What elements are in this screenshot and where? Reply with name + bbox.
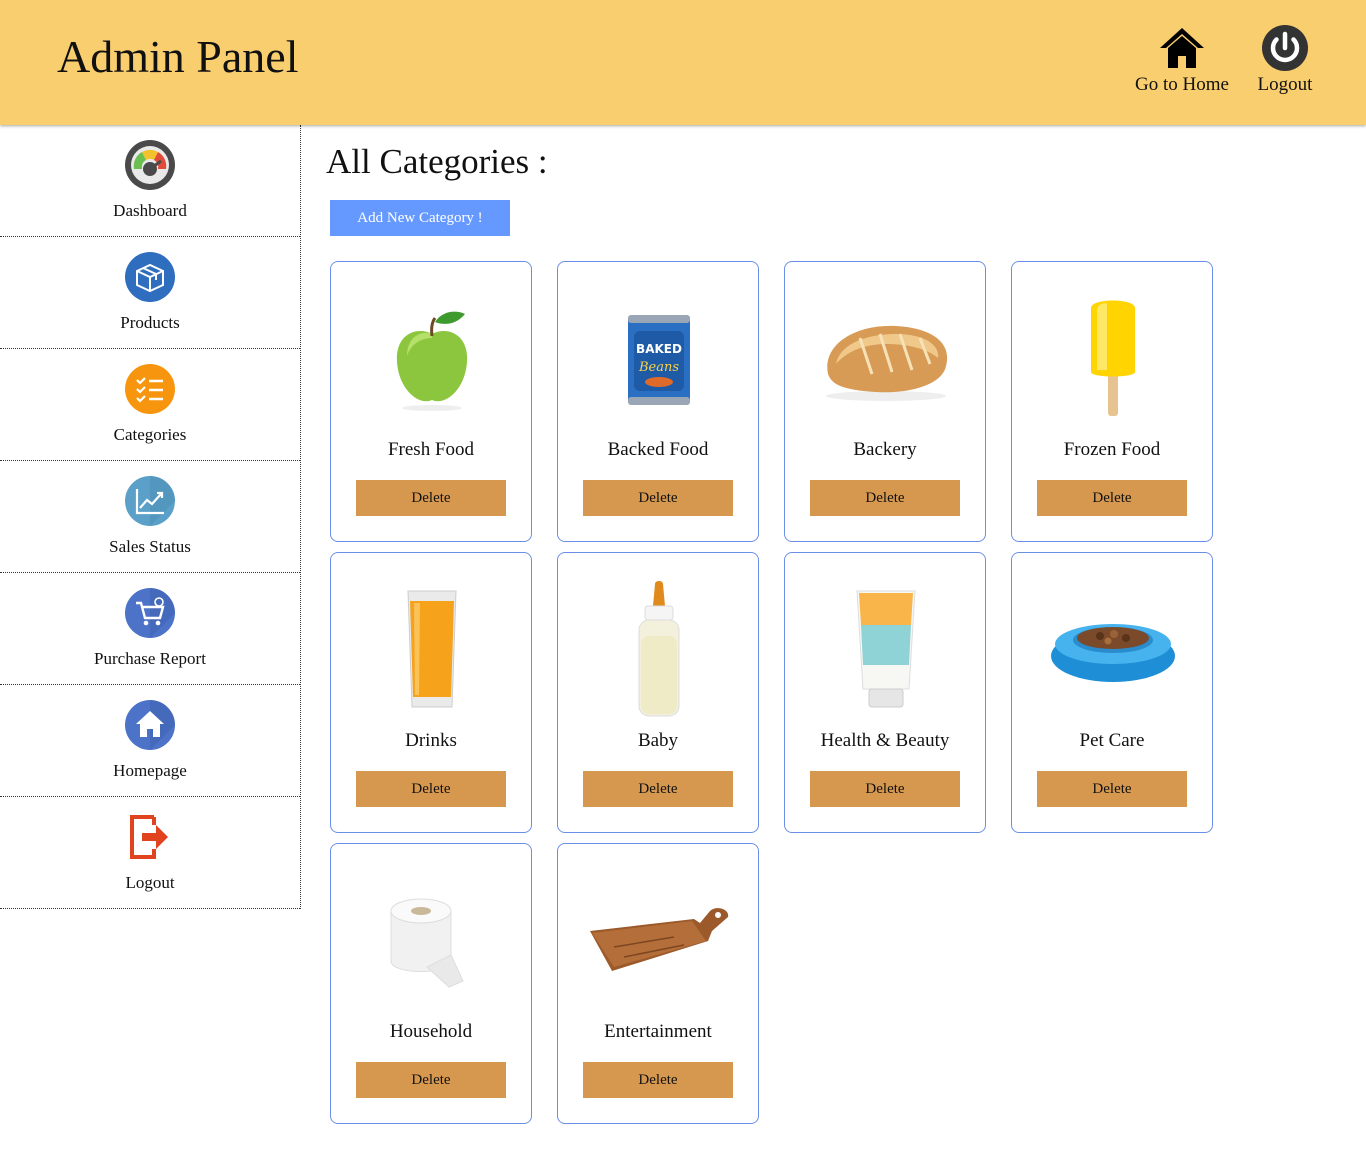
orange-juice-glass-image bbox=[357, 575, 507, 725]
category-name: Drinks bbox=[405, 730, 457, 751]
category-name: Frozen Food bbox=[1063, 439, 1161, 460]
delete-button[interactable]: Delete bbox=[356, 1062, 506, 1098]
home-icon bbox=[1158, 24, 1206, 72]
box-icon bbox=[124, 251, 176, 303]
category-grid: Fresh Food Delete BAKED Beans Backed Foo… bbox=[330, 261, 1230, 1131]
toilet-paper-roll-image bbox=[357, 866, 507, 1016]
delete-button[interactable]: Delete bbox=[810, 771, 960, 807]
category-name: Entertainment bbox=[604, 1021, 712, 1042]
home-icon bbox=[124, 699, 176, 751]
header-logout-label: Logout bbox=[1257, 74, 1313, 95]
category-card: Backery Delete bbox=[784, 261, 986, 542]
power-icon bbox=[1261, 24, 1309, 72]
top-header: Admin Panel Go to Home Logout bbox=[0, 0, 1366, 125]
delete-button[interactable]: Delete bbox=[1037, 771, 1187, 807]
category-card: Drinks Delete bbox=[330, 552, 532, 833]
go-to-home-label: Go to Home bbox=[1135, 74, 1229, 95]
sidebar-item-label: Dashboard bbox=[113, 201, 187, 220]
baked-beans-can-image: BAKED Beans bbox=[584, 284, 734, 434]
header-logout-button[interactable]: Logout bbox=[1254, 24, 1316, 96]
page-title: All Categories : bbox=[326, 142, 548, 181]
dashboard-gauge-icon bbox=[124, 139, 176, 191]
checklist-icon bbox=[124, 363, 176, 415]
category-name: Fresh Food bbox=[387, 439, 475, 460]
category-name: Household bbox=[389, 1021, 473, 1042]
delete-button[interactable]: Delete bbox=[810, 480, 960, 516]
category-card: Household Delete bbox=[330, 843, 532, 1124]
sidebar-item-label: Sales Status bbox=[109, 537, 191, 556]
category-card: Frozen Food Delete bbox=[1011, 261, 1213, 542]
sidebar-item-label: Logout bbox=[125, 873, 175, 892]
green-apple-image bbox=[357, 284, 507, 434]
sidebar-item-label: Products bbox=[120, 313, 180, 332]
exit-icon bbox=[124, 811, 176, 863]
sidebar-item-label: Purchase Report bbox=[94, 649, 206, 668]
delete-button[interactable]: Delete bbox=[1037, 480, 1187, 516]
category-name: Baby bbox=[637, 730, 679, 751]
category-name: Health & Beauty bbox=[820, 730, 950, 751]
category-name: Backed Food bbox=[607, 439, 709, 460]
sidebar-item-dashboard[interactable]: Dashboard bbox=[0, 125, 300, 237]
delete-button[interactable]: Delete bbox=[356, 771, 506, 807]
bread-loaf-image bbox=[811, 284, 961, 434]
sidebar-item-label: Homepage bbox=[113, 761, 187, 780]
category-card: Entertainment Delete bbox=[557, 843, 759, 1124]
chart-growth-icon bbox=[124, 475, 176, 527]
go-to-home-button[interactable]: Go to Home bbox=[1131, 24, 1233, 96]
cart-icon bbox=[124, 587, 176, 639]
add-new-category-button[interactable]: Add New Category ! bbox=[330, 200, 510, 236]
category-card: Health & Beauty Delete bbox=[784, 552, 986, 833]
sidebar-item-products[interactable]: Products bbox=[0, 237, 300, 349]
delete-button[interactable]: Delete bbox=[583, 1062, 733, 1098]
sidebar-item-logout[interactable]: Logout bbox=[0, 797, 300, 909]
category-card: BAKED Beans Backed Food Delete bbox=[557, 261, 759, 542]
delete-button[interactable]: Delete bbox=[583, 480, 733, 516]
sidebar-item-label: Categories bbox=[113, 425, 187, 444]
delete-button[interactable]: Delete bbox=[356, 480, 506, 516]
app-title: Admin Panel bbox=[57, 31, 299, 82]
sidebar-item-sales-status[interactable]: Sales Status bbox=[0, 461, 300, 573]
ice-pop-image bbox=[1038, 284, 1188, 434]
baby-bottle-image bbox=[584, 575, 734, 725]
delete-button[interactable]: Delete bbox=[583, 771, 733, 807]
sidebar-item-categories[interactable]: Categories bbox=[0, 349, 300, 461]
sidebar: Dashboard Products Categories Sales Stat… bbox=[0, 125, 301, 909]
svg-text:BAKED: BAKED bbox=[636, 342, 682, 356]
category-card: Pet Care Delete bbox=[1011, 552, 1213, 833]
sidebar-item-homepage[interactable]: Homepage bbox=[0, 685, 300, 797]
category-card: Fresh Food Delete bbox=[330, 261, 532, 542]
sidebar-item-purchase-report[interactable]: Purchase Report bbox=[0, 573, 300, 685]
pet-food-bowl-image bbox=[1038, 575, 1188, 725]
category-card: Baby Delete bbox=[557, 552, 759, 833]
category-name: Pet Care bbox=[1079, 730, 1145, 751]
cutting-board-image bbox=[584, 866, 734, 1016]
category-name: Backery bbox=[853, 439, 917, 460]
svg-text:Beans: Beans bbox=[638, 360, 679, 375]
cream-tube-image bbox=[811, 575, 961, 725]
